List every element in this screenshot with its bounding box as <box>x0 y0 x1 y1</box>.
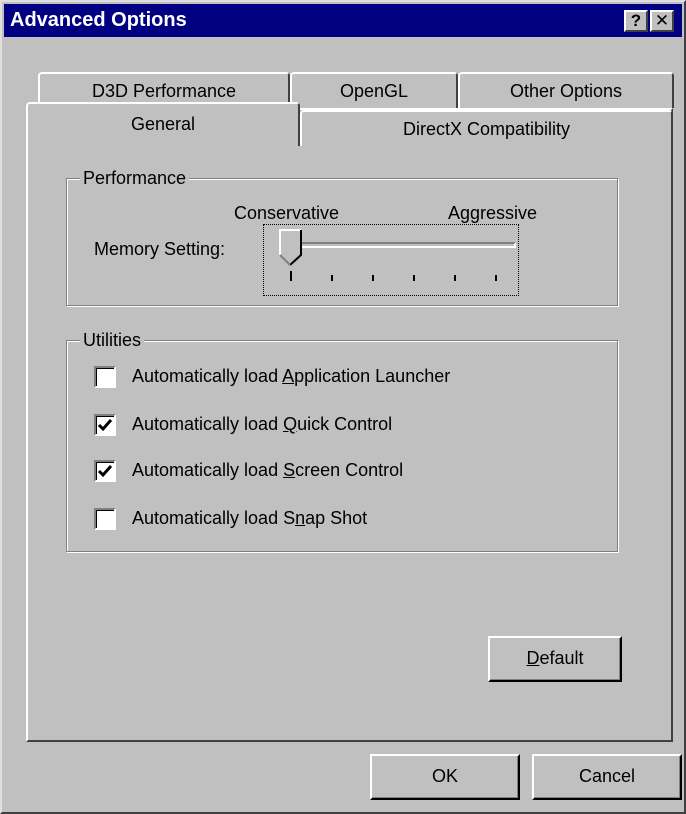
checkmark-icon <box>97 465 113 478</box>
memory-setting-slider[interactable] <box>263 224 519 296</box>
checkbox-label[interactable]: Automatically load Application Launcher <box>132 365 450 387</box>
checkbox-box[interactable] <box>94 508 116 530</box>
default-button[interactable]: Default <box>488 636 622 682</box>
cancel-button[interactable]: Cancel <box>532 754 682 800</box>
slider-tick <box>413 275 415 281</box>
tab-label: OpenGL <box>339 81 409 101</box>
window-title: Advanced Options <box>10 9 187 31</box>
checkbox-box[interactable] <box>94 366 116 388</box>
checkbox-snap-shot[interactable]: Automatically load Snap Shot <box>94 506 534 532</box>
tab-opengl[interactable]: OpenGL <box>290 72 458 108</box>
ok-button[interactable]: OK <box>370 754 520 800</box>
slider-tick <box>331 275 333 281</box>
checkbox-box[interactable] <box>94 414 116 436</box>
title-bar: Advanced Options ? ✕ <box>4 4 682 37</box>
slider-thumb[interactable] <box>279 229 303 267</box>
help-button[interactable]: ? <box>624 10 648 32</box>
tab-directx-compatibility[interactable]: DirectX Compatibility <box>300 110 673 146</box>
close-button[interactable]: ✕ <box>650 10 674 32</box>
checkmark-icon <box>97 419 113 432</box>
slider-track <box>280 242 516 248</box>
slider-tick <box>495 275 497 281</box>
memory-setting-label: Memory Setting: <box>94 239 226 259</box>
checkbox-screen-control[interactable]: Automatically load Screen Control <box>94 458 534 484</box>
utilities-legend: Utilities <box>80 330 145 350</box>
tab-panel-general: Performance Conservative Aggressive Memo… <box>26 108 673 742</box>
slider-tick <box>454 275 456 281</box>
checkbox-quick-control[interactable]: Automatically load Quick Control <box>94 412 534 438</box>
checkbox-application-launcher[interactable]: Automatically load Application Launcher <box>94 364 534 390</box>
aggressive-label: Aggressive <box>448 203 538 223</box>
checkbox-label[interactable]: Automatically load Quick Control <box>132 413 392 435</box>
slider-tick <box>290 271 292 281</box>
tab-other-options[interactable]: Other Options <box>458 72 674 108</box>
performance-legend: Performance <box>80 168 190 188</box>
tab-label: D3D Performance <box>91 81 237 101</box>
conservative-label: Conservative <box>234 203 340 223</box>
checkbox-label[interactable]: Automatically load Screen Control <box>132 459 403 481</box>
slider-tick <box>372 275 374 281</box>
tab-label: Other Options <box>509 81 623 101</box>
tab-label: General <box>130 114 196 134</box>
checkbox-label[interactable]: Automatically load Snap Shot <box>132 507 367 529</box>
advanced-options-dialog: Advanced Options ? ✕ D3D Performance Ope… <box>0 0 686 814</box>
tab-label: DirectX Compatibility <box>402 119 571 139</box>
checkbox-box[interactable] <box>94 460 116 482</box>
tab-general[interactable]: General <box>26 102 300 146</box>
